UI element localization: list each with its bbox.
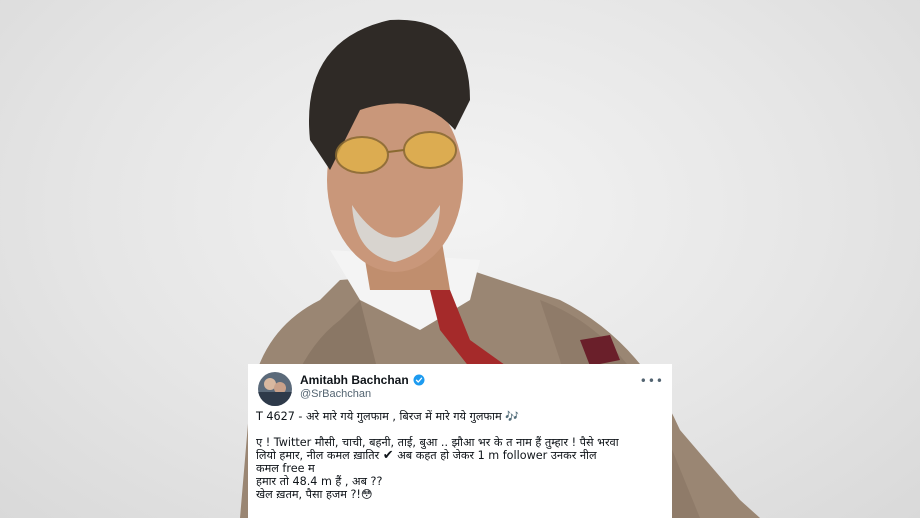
tweet-line-4: खेल ख़तम, पैसा हजम ?!😳 (256, 488, 664, 501)
flushed-face-icon: 😳 (360, 488, 373, 501)
tweet-line-2b: लियो हमार, नील कमल ख़ातिर ✔ अब कहत हो जे… (256, 449, 664, 462)
tweet-line-1-text: T 4627 - अरे मारे गये गुलफाम , बिरज में … (256, 410, 506, 423)
author-name-row: Amitabh Bachchan (300, 373, 425, 387)
music-notes-icon: 🎶 (505, 410, 520, 423)
tweet-text: T 4627 - अरे मारे गये गुलफाम , बिरज में … (256, 410, 664, 501)
tweet-card: Amitabh Bachchan @SrBachchan ••• T 4627 … (248, 364, 672, 518)
tweet-line-3: हमार तो 48.4 m हैं , अब ?? (256, 475, 383, 488)
tweet-line-2b-text: लियो हमार, नील कमल ख़ातिर (256, 449, 383, 462)
author-handle[interactable]: @SrBachchan (300, 388, 425, 400)
check-mark-icon: ✔ (382, 448, 394, 463)
tweet-line-1: T 4627 - अरे मारे गये गुलफाम , बिरज में … (256, 410, 664, 423)
verified-badge-icon (413, 374, 425, 386)
tweet-line-2a: ए ! Twitter मौसी, चाची, बहनी, ताई, बुआ .… (256, 436, 619, 449)
tweet-line-2c: कमल free म (256, 462, 315, 475)
author-block: Amitabh Bachchan @SrBachchan (300, 373, 425, 400)
tweet-header: Amitabh Bachchan @SrBachchan ••• (256, 370, 664, 410)
tweet-line-4-text: खेल ख़तम, पैसा हजम ?! (256, 488, 361, 501)
more-horizontal-icon[interactable]: ••• (640, 374, 664, 388)
author-name[interactable]: Amitabh Bachchan (300, 373, 409, 387)
tweet-line-2b-rest: अब कहत हो जेकर 1 m follower उनकर नील (393, 449, 597, 462)
avatar[interactable] (258, 372, 292, 406)
